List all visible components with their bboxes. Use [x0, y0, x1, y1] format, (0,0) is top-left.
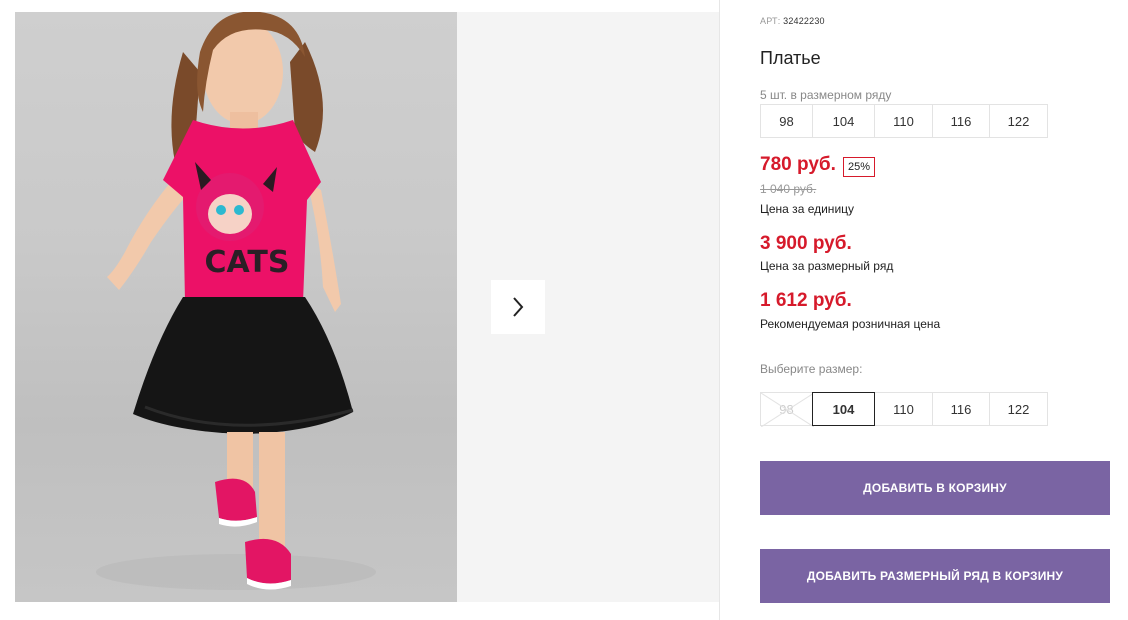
retail-price-caption: Рекомендуемая розничная цена — [760, 317, 941, 331]
size-picker: 98 104 110 116 122 — [760, 392, 1048, 427]
sku-value: 32422230 — [783, 16, 825, 26]
pack-size-116: 116 — [932, 104, 990, 138]
old-price: 1 040 руб. — [760, 182, 817, 196]
size-option-110[interactable]: 110 — [874, 392, 933, 426]
pack-label: 5 шт. в размерном ряду — [760, 88, 892, 102]
unit-price-caption: Цена за единицу — [760, 202, 855, 216]
pack-price: 3 900 руб. — [760, 233, 852, 254]
unavailable-cross-icon — [761, 393, 814, 427]
size-option-98: 98 — [760, 392, 814, 427]
sku-line: АРТ: 32422230 — [760, 16, 825, 26]
pack-sizes: 98 104 110 116 122 — [760, 104, 1048, 138]
divider — [719, 0, 720, 620]
product-photo-illustration: CATS — [96, 12, 376, 590]
chevron-right-icon — [513, 297, 524, 317]
discount-badge: 25% — [843, 157, 876, 177]
retail-price: 1 612 руб. — [760, 290, 852, 311]
product-title: Платье — [760, 48, 821, 68]
unit-price: 780 руб. — [760, 154, 836, 175]
pack-price-caption: Цена за размерный ряд — [760, 259, 894, 273]
add-pack-to-cart-button[interactable]: ДОБАВИТЬ РАЗМЕРНЫЙ РЯД В КОРЗИНУ — [760, 549, 1110, 603]
pack-size-122: 122 — [989, 104, 1048, 138]
product-gallery: CATS — [15, 12, 719, 602]
size-option-104[interactable]: 104 — [812, 392, 875, 426]
gallery-next-button[interactable] — [491, 280, 545, 334]
add-to-cart-button[interactable]: ДОБАВИТЬ В КОРЗИНУ — [760, 461, 1110, 515]
sku-label: АРТ: — [760, 16, 781, 26]
pack-size-110: 110 — [874, 104, 933, 138]
product-photo[interactable]: CATS — [15, 12, 457, 602]
size-option-116[interactable]: 116 — [932, 392, 990, 426]
size-picker-label: Выберите размер: — [760, 362, 863, 376]
pack-size-104: 104 — [812, 104, 875, 138]
size-option-122[interactable]: 122 — [989, 392, 1048, 426]
pack-size-98: 98 — [760, 104, 813, 138]
print-text: CATS — [205, 245, 290, 280]
